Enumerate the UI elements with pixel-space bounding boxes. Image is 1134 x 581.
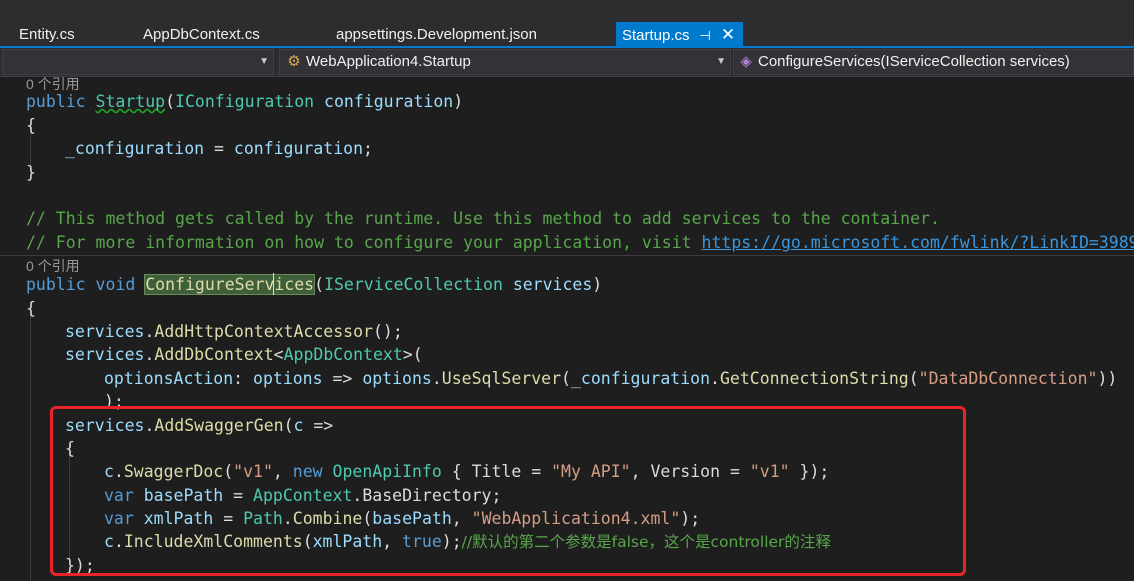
text-caret [273, 273, 274, 295]
code-token: GetConnectionString [719, 369, 909, 388]
tab-label: appsettings.Development.json [336, 26, 537, 43]
project-dropdown[interactable]: ▼ [2, 49, 274, 75]
code-token: >( [402, 345, 423, 364]
code-lens-references[interactable]: 0 个引用 [26, 257, 80, 275]
code-line-options-action: optionsAction: options => options.UseSql… [104, 368, 1117, 390]
code-token: IConfiguration [175, 92, 315, 111]
code-line-configure-services: public void ConfigureServices(IServiceCo… [26, 274, 602, 296]
comment-link[interactable]: https://go.microsoft.com/fwlink/?LinkID=… [702, 233, 1134, 252]
code-token: = [204, 139, 234, 158]
member-dropdown[interactable]: ◈ ConfigureServices(IServiceCollection se… [733, 49, 1134, 75]
code-token: . [144, 345, 155, 364]
code-token: IServiceCollection [324, 275, 503, 294]
annotation-highlight-box [50, 406, 966, 576]
chevron-down-icon: ▼ [716, 56, 726, 67]
code-token: (); [372, 322, 403, 341]
code-line-brace: } [26, 163, 36, 182]
code-token: public [26, 92, 86, 111]
code-token: ) [453, 92, 464, 111]
code-token: ) [592, 275, 603, 294]
code-line-add-db-context: services.AddDbContext<AppDbContext>( [65, 344, 423, 366]
code-token: options [253, 369, 323, 388]
code-token: . [431, 369, 442, 388]
code-token: options [362, 369, 432, 388]
code-comment: // For more information on how to config… [26, 232, 1134, 254]
class-dropdown[interactable]: ⚙ WebApplication4.Startup ▼ [279, 49, 731, 75]
code-token: ( [561, 369, 571, 388]
code-line-assign: _configuration = configuration; [65, 138, 373, 160]
code-token: services [65, 345, 145, 364]
tab-label: AppDbContext.cs [143, 26, 260, 43]
method-icon: ◈ [740, 53, 752, 70]
code-token: ConfigureServ [145, 275, 275, 294]
code-token: configuration [324, 92, 454, 111]
code-token: . [144, 322, 155, 341]
code-token: ( [165, 92, 176, 111]
method-separator [0, 255, 1134, 256]
tab-label: Startup.cs [622, 27, 690, 44]
close-icon[interactable]: ✕ [721, 25, 735, 44]
code-token: AddHttpContextAccessor [154, 322, 373, 341]
tab-startup-cs[interactable]: Startup.cs ⊣ ✕ [616, 22, 744, 48]
code-token: . [710, 369, 720, 388]
code-token: => [322, 369, 363, 388]
code-token: configuration [233, 139, 364, 158]
code-token: ; [363, 139, 373, 158]
class-dropdown-label: WebApplication4.Startup [306, 53, 471, 70]
code-token: services [65, 322, 145, 341]
tab-appsettings-development-json[interactable]: appsettings.Development.json [336, 22, 537, 48]
tab-entity-cs[interactable]: Entity.cs [19, 22, 75, 48]
code-token: _configuration [570, 369, 711, 388]
navigation-bar: ▼ ⚙ WebApplication4.Startup ▼ ◈ ConfigureS… [0, 48, 1134, 77]
pin-icon[interactable]: ⊣ [700, 28, 711, 43]
code-token: UseSqlServer [441, 369, 562, 388]
code-token: AddDbContext [154, 345, 274, 364]
code-token: ( [314, 275, 325, 294]
code-token: void [95, 275, 136, 294]
class-icon: ⚙ [287, 53, 301, 70]
code-token: optionsAction [104, 369, 234, 388]
code-line-constructor: public Startup(IConfiguration configurat… [26, 91, 463, 113]
indent-guide [30, 306, 31, 581]
code-line-brace: { [26, 299, 36, 318]
code-token: )) [1097, 369, 1118, 388]
code-token: : [233, 369, 254, 388]
code-token: public [26, 275, 86, 294]
code-token: _configuration [65, 139, 205, 158]
tab-appdbcontext-cs[interactable]: AppDbContext.cs [143, 22, 260, 48]
code-token: ices [274, 275, 315, 294]
code-token: ( [908, 369, 919, 388]
code-comment: // This method gets called by the runtim… [26, 209, 940, 228]
code-token: Startup [95, 92, 166, 111]
tab-label: Entity.cs [19, 26, 75, 43]
chevron-down-icon: ▼ [259, 56, 269, 67]
code-token: // For more information on how to config… [26, 233, 702, 252]
highlighted-symbol: ConfigureServices [144, 274, 316, 295]
code-line-add-http-context: services.AddHttpContextAccessor(); [65, 321, 403, 343]
member-dropdown-label: ConfigureServices(IServiceCollection ser… [758, 53, 1070, 70]
document-tab-bar: Entity.cs AppDbContext.cs appsettings.De… [0, 0, 1134, 48]
code-line-brace: { [26, 116, 36, 135]
code-token: services [512, 275, 593, 294]
code-token: AppDbContext [283, 345, 403, 364]
code-token: < [273, 345, 284, 364]
code-token: "DataDbConnection" [918, 369, 1098, 388]
